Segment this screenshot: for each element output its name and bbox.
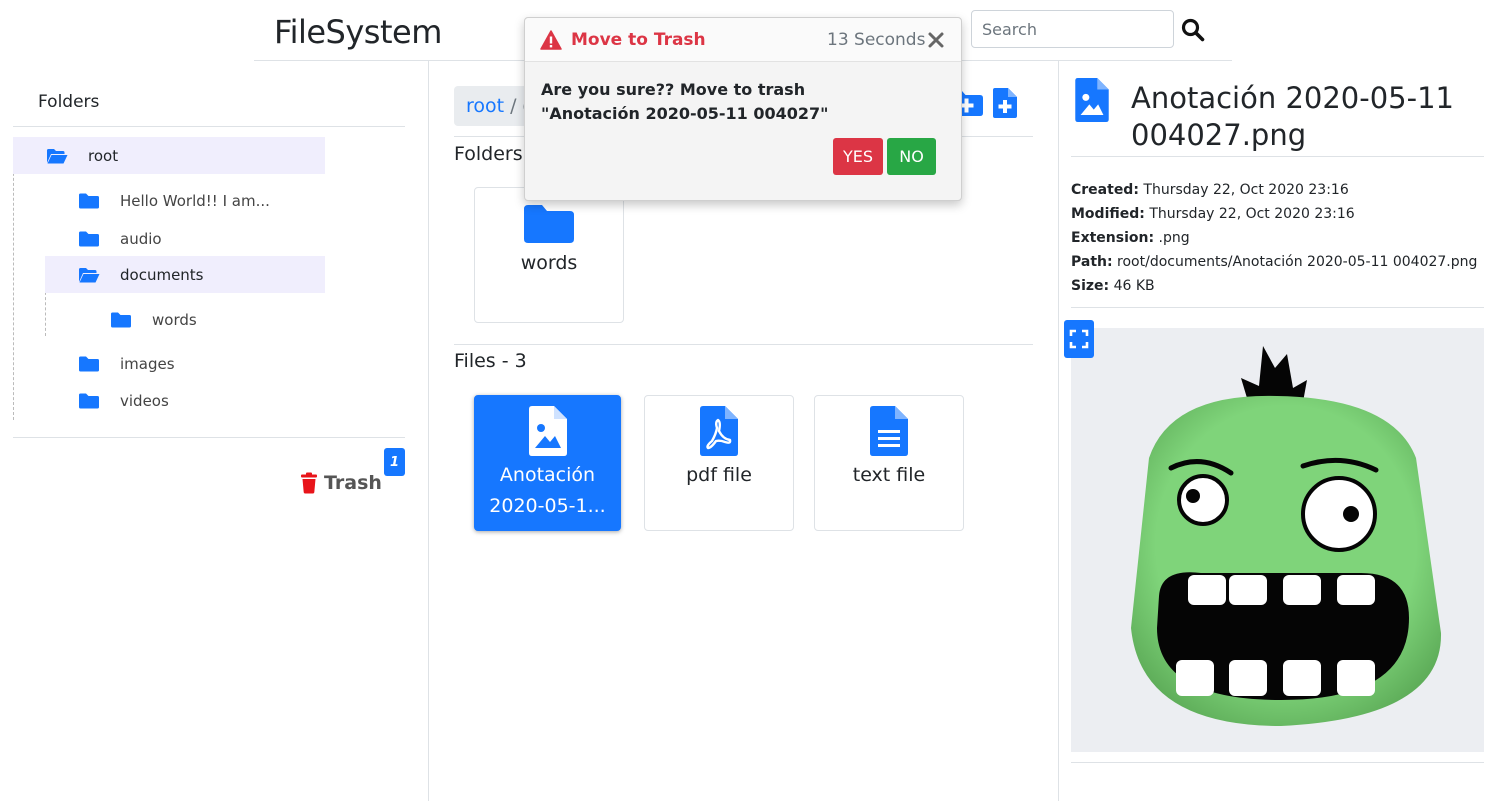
sidebar-item-videos[interactable]: videos (45, 382, 325, 419)
image-file-icon (528, 406, 567, 456)
folder-open-icon (79, 267, 100, 282)
search-input[interactable] (971, 10, 1174, 48)
new-file-button[interactable] (993, 88, 1017, 118)
sidebar-divider (13, 437, 405, 438)
sidebar-item-label: words (152, 310, 197, 329)
sidebar-divider (13, 126, 405, 127)
file-tile-label: pdf file (686, 464, 752, 486)
confirm-no-button[interactable]: NO (887, 138, 936, 175)
file-metadata: Created: Thursday 22, Oct 2020 23:16 Mod… (1071, 178, 1477, 298)
pdf-file-icon (700, 406, 738, 456)
dialog-title: Move to Trash (571, 30, 706, 50)
warning-icon (540, 30, 562, 50)
app-title: FileSystem (274, 13, 442, 51)
fullscreen-button[interactable] (1064, 320, 1094, 358)
sidebar-item-label: audio (120, 229, 162, 248)
image-file-icon (1075, 78, 1109, 126)
meta-modified: Modified: Thursday 22, Oct 2020 23:16 (1071, 206, 1355, 222)
breadcrumb-root[interactable]: root (466, 95, 504, 117)
sidebar-heading: Folders (38, 92, 100, 112)
tree-guide-line (13, 138, 14, 420)
folder-icon (79, 193, 99, 208)
file-tile-text[interactable]: text file (814, 395, 964, 531)
confirm-yes-button[interactable]: YES (833, 138, 883, 175)
text-file-icon (870, 406, 908, 456)
section-divider (454, 344, 1033, 345)
sidebar-item-documents[interactable]: documents (45, 256, 325, 293)
image-preview (1071, 328, 1484, 752)
trash-count-badge: 1 (384, 448, 405, 476)
folder-icon (79, 231, 99, 246)
meta-path: Path: root/documents/Anotación 2020-05-1… (1071, 254, 1478, 270)
file-tile-pdf[interactable]: pdf file (644, 395, 794, 531)
move-to-trash-dialog: Move to Trash 13 Seconds Are you sure?? … (524, 17, 962, 201)
sidebar-item-audio[interactable]: audio (45, 220, 325, 257)
folder-icon (79, 393, 99, 408)
sidebar-item-label: root (88, 146, 119, 165)
sidebar-item-hello-world[interactable]: Hello World!! I am... (45, 182, 325, 219)
sidebar-item-label: Hello World!! I am... (120, 191, 270, 210)
sidebar-item-label: images (120, 354, 175, 373)
detail-title: Anotación 2020-05-11 004027.png (1131, 81, 1454, 152)
breadcrumb-separator: / (510, 95, 517, 117)
sidebar-item-words[interactable]: words (77, 301, 325, 338)
files-section-title: Files - 3 (454, 350, 527, 372)
dialog-timer: 13 Seconds (827, 30, 926, 50)
trash-label: Trash (324, 472, 382, 494)
search-icon (1181, 18, 1205, 42)
file-tile-label: text file (852, 464, 926, 486)
meta-extension: Extension: .png (1071, 230, 1190, 246)
detail-divider (1071, 156, 1484, 157)
column-divider (1058, 61, 1059, 801)
sidebar-item-label: documents (120, 265, 204, 284)
folder-icon (524, 205, 574, 243)
dialog-close-button[interactable] (926, 30, 946, 50)
trash-link[interactable]: Trash (300, 472, 382, 494)
sidebar-item-root[interactable]: root (13, 137, 325, 174)
column-divider (428, 61, 429, 801)
new-file-icon (993, 88, 1017, 118)
folder-tile-words[interactable]: words (474, 187, 624, 323)
dialog-message: Are you sure?? Move to trash "Anotación … (541, 80, 829, 123)
sidebar-item-label: videos (120, 391, 169, 410)
folder-tile-label: words (520, 252, 578, 274)
file-tile-anotacion[interactable]: Anotación 2020-05-1... (474, 395, 621, 531)
folder-icon (111, 312, 131, 327)
meta-size: Size: 46 KB (1071, 278, 1155, 294)
folder-open-icon (47, 148, 68, 163)
search-button[interactable] (1180, 17, 1206, 43)
meta-created: Created: Thursday 22, Oct 2020 23:16 (1071, 182, 1349, 198)
detail-divider (1071, 762, 1484, 763)
close-icon (928, 32, 944, 48)
trash-icon (301, 472, 317, 494)
folder-icon (79, 356, 99, 371)
detail-divider (1071, 307, 1484, 308)
expand-icon (1069, 329, 1089, 349)
file-tile-label: Anotación 2020-05-1... (489, 464, 606, 517)
sidebar-item-images[interactable]: images (45, 345, 325, 382)
